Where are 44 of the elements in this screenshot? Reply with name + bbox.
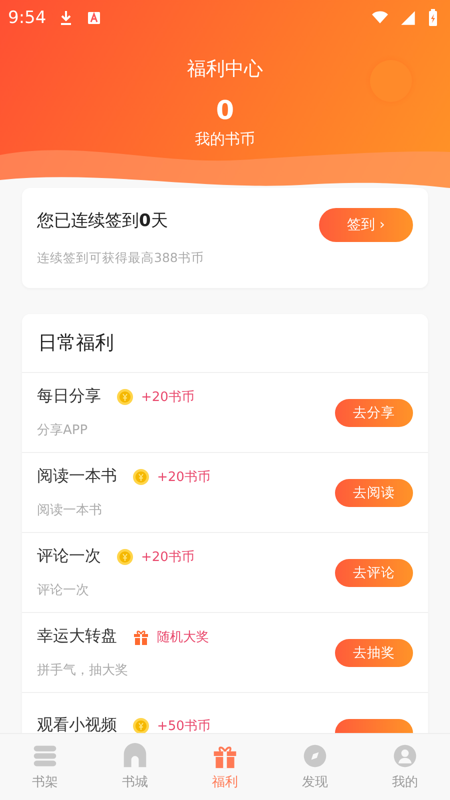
books-icon (32, 743, 58, 769)
wifi-icon (372, 10, 388, 26)
reward-text: 随机大奖 (157, 628, 209, 646)
task-title: 阅读一本书 (37, 466, 117, 487)
coin-label: 我的书币 (195, 130, 255, 149)
streak-hint: 连续签到可获得最高388书币 (37, 250, 205, 267)
coin-icon (133, 468, 149, 484)
coin-count: 0 (216, 96, 234, 126)
reward-text: +50书币 (157, 718, 210, 733)
nav-tab[interactable]: 福利 (180, 734, 270, 800)
page-title: 福利中心 (187, 57, 263, 82)
task-button[interactable]: 去评论 (335, 558, 413, 586)
compass-icon (302, 743, 328, 769)
checkin-button[interactable]: 签到 › (319, 208, 413, 242)
nav-tab[interactable]: 发现 (270, 734, 360, 800)
arch-icon (122, 743, 148, 769)
task-description: 评论一次 (37, 582, 90, 599)
task-title: 评论一次 (37, 546, 101, 567)
app-icon (86, 10, 102, 26)
status-time: 9:54 (8, 8, 46, 28)
task-button[interactable]: 去分享 (335, 398, 413, 426)
coin-icon (117, 388, 133, 404)
coin-icon (117, 548, 133, 564)
battery-icon (428, 8, 438, 26)
task-title: 幸运大转盘 (37, 626, 117, 647)
nav-tab[interactable]: 书架 (0, 734, 90, 800)
coin-icon (133, 718, 149, 733)
section-title: 日常福利 (22, 314, 428, 373)
task-button[interactable]: 去阅读 (335, 478, 413, 506)
streak-text: 您已连续签到0天 (37, 210, 169, 232)
task-description: 阅读一本书 (37, 502, 103, 519)
reward-text: +20书币 (141, 548, 194, 566)
gift-icon (133, 628, 149, 644)
reward-text: +20书币 (157, 468, 210, 486)
task-title: 观看小视频 (37, 715, 117, 733)
task-title: 每日分享 (37, 386, 101, 407)
signal-icon (400, 10, 416, 26)
task-button[interactable]: 去抽奖 (335, 638, 413, 666)
reward-text: +20书币 (141, 388, 194, 406)
task-description: 拼手气，抽大奖 (37, 662, 129, 679)
task-description: 分享APP (37, 422, 89, 439)
nav-tab[interactable]: 书城 (90, 734, 180, 800)
nav-tab[interactable]: 我的 (360, 734, 450, 800)
person-icon (392, 743, 418, 769)
